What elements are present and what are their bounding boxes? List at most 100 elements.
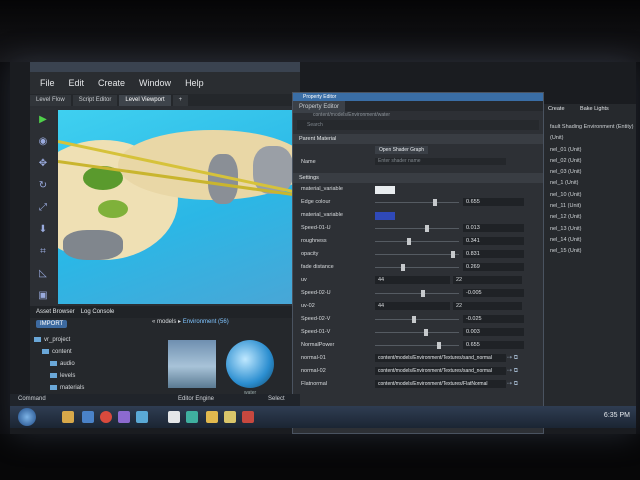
media-icon[interactable]: [82, 411, 94, 423]
section-settings[interactable]: Settings: [293, 173, 543, 183]
scene-list-item[interactable]: nel_14 (Unit): [544, 235, 636, 246]
menu-help[interactable]: Help: [185, 78, 204, 88]
slider-handle[interactable]: [451, 251, 455, 258]
start-button[interactable]: [18, 408, 36, 426]
tab-level-flow[interactable]: Level Flow: [30, 95, 71, 106]
tab-asset-browser[interactable]: Asset Browser: [36, 309, 75, 315]
snap-icon[interactable]: ⌗: [36, 245, 50, 259]
value-field[interactable]: 0.013: [463, 224, 524, 232]
place-icon[interactable]: ⬇: [36, 223, 50, 237]
menu-window[interactable]: Window: [139, 78, 171, 88]
value-field[interactable]: 0.003: [463, 328, 524, 336]
app-icon[interactable]: [118, 411, 130, 423]
editor-app-icon[interactable]: [168, 411, 180, 423]
uv-v-field[interactable]: 22: [453, 302, 522, 310]
scene-list-item[interactable]: nel_12 (Unit): [544, 212, 636, 223]
asset-thumbnail-water[interactable]: [226, 340, 274, 388]
value-field[interactable]: -0.005: [463, 289, 524, 297]
shader-name-input[interactable]: Enter shader name: [375, 158, 506, 165]
color-swatch[interactable]: [375, 212, 395, 220]
slider-handle[interactable]: [432, 199, 437, 206]
browse-icon[interactable]: ⇢ ⧉: [507, 380, 518, 388]
slider-track[interactable]: [375, 267, 459, 268]
breadcrumb-current[interactable]: Environment (56): [183, 319, 229, 325]
cube-icon[interactable]: ▣: [36, 289, 50, 303]
add-tab-button[interactable]: +: [172, 95, 189, 106]
taskbar-clock[interactable]: 6:35 PM: [604, 412, 630, 419]
tab-create[interactable]: Create: [548, 106, 565, 112]
texture-path-field[interactable]: content/models/Environment/Textures/sand…: [375, 367, 506, 375]
tab-level-viewport[interactable]: Level Viewport: [119, 95, 171, 106]
open-shader-graph-button[interactable]: Open Shader Graph: [375, 146, 429, 154]
value-field[interactable]: 0.655: [463, 198, 524, 206]
slider-track[interactable]: [375, 332, 459, 333]
value-field[interactable]: 0.831: [463, 250, 524, 258]
scene-list-item[interactable]: nel_02 (Unit): [544, 156, 636, 167]
scene-list-item[interactable]: fault Shading Environment (Entity): [544, 122, 636, 133]
scene-list-item[interactable]: nel_15 (Unit): [544, 246, 636, 257]
level-viewport[interactable]: [58, 110, 298, 304]
scene-list-item[interactable]: nel_1 (Unit): [544, 178, 636, 189]
command-label[interactable]: Command: [18, 396, 46, 402]
slider-handle[interactable]: [423, 329, 428, 336]
search-input[interactable]: Search: [297, 120, 539, 130]
move-icon[interactable]: ✥: [36, 157, 50, 171]
browse-icon[interactable]: ⇢ ⧉: [507, 367, 518, 375]
play-icon[interactable]: ▶: [36, 113, 50, 127]
select-tool[interactable]: Select: [268, 396, 285, 402]
scene-list-item[interactable]: nel_01 (Unit): [544, 145, 636, 156]
slider-handle[interactable]: [411, 316, 416, 323]
slider-handle[interactable]: [407, 238, 411, 245]
slider-handle[interactable]: [421, 290, 426, 297]
slider-track[interactable]: [375, 241, 459, 242]
uv-v-field[interactable]: 22: [453, 276, 522, 284]
scene-list-item[interactable]: nel_13 (Unit): [544, 224, 636, 235]
value-field[interactable]: -0.025: [463, 315, 524, 323]
folder-app-icon[interactable]: [206, 411, 218, 423]
scene-list-item[interactable]: nel_11 (Unit): [544, 201, 636, 212]
value-field[interactable]: 0.269: [463, 263, 524, 271]
uv-u-field[interactable]: 44: [375, 302, 450, 310]
slider-handle[interactable]: [401, 264, 406, 271]
menu-create[interactable]: Create: [98, 78, 125, 88]
slider-track[interactable]: [375, 345, 459, 346]
tree-item[interactable]: levels: [34, 370, 152, 382]
slider-handle[interactable]: [424, 225, 429, 232]
slider-track[interactable]: [375, 254, 459, 255]
texture-path-field[interactable]: content/models/Environment/Textures/sand…: [375, 354, 506, 362]
gamepad-icon[interactable]: ◉: [36, 135, 50, 149]
slider-track[interactable]: [375, 293, 459, 294]
app-icon[interactable]: [186, 411, 198, 423]
tree-item[interactable]: vr_project: [34, 334, 152, 346]
tree-item[interactable]: content: [34, 346, 152, 358]
slider-handle[interactable]: [437, 342, 442, 349]
menu-file[interactable]: File: [40, 78, 55, 88]
value-field[interactable]: 0.655: [463, 341, 524, 349]
scene-list-item[interactable]: nel_03 (Unit): [544, 167, 636, 178]
explorer-icon[interactable]: [62, 411, 74, 423]
chrome-icon[interactable]: [100, 411, 112, 423]
tab-script-editor[interactable]: Script Editor: [72, 95, 118, 106]
rotate-icon[interactable]: ↻: [36, 179, 50, 193]
slider-track[interactable]: [375, 228, 459, 229]
slider-track[interactable]: [375, 202, 459, 203]
tree-item[interactable]: audio: [34, 358, 152, 370]
scene-list-item[interactable]: nel_10 (Unit): [544, 190, 636, 201]
menu-edit[interactable]: Edit: [69, 78, 85, 88]
uv-u-field[interactable]: 44: [375, 276, 450, 284]
value-field[interactable]: 0.341: [463, 237, 524, 245]
scene-list-item[interactable]: (Unit): [544, 133, 636, 144]
section-parent-material[interactable]: Parent Material: [293, 134, 543, 144]
breadcrumb-path[interactable]: « models ▸: [152, 319, 181, 325]
scale-icon[interactable]: ⤢: [36, 201, 50, 215]
app-icon[interactable]: [242, 411, 254, 423]
slider-track[interactable]: [375, 319, 459, 320]
tab-log-console[interactable]: Log Console: [81, 309, 115, 315]
app-icon[interactable]: [136, 411, 148, 423]
import-button[interactable]: IMPORT: [36, 319, 68, 328]
browse-icon[interactable]: ⇢ ⧉: [507, 354, 518, 362]
texture-path-field[interactable]: content/models/Environment/Textures/Flat…: [375, 380, 506, 388]
asset-thumbnail[interactable]: [168, 340, 216, 388]
measure-icon[interactable]: ◺: [36, 267, 50, 281]
color-swatch[interactable]: [375, 186, 395, 194]
